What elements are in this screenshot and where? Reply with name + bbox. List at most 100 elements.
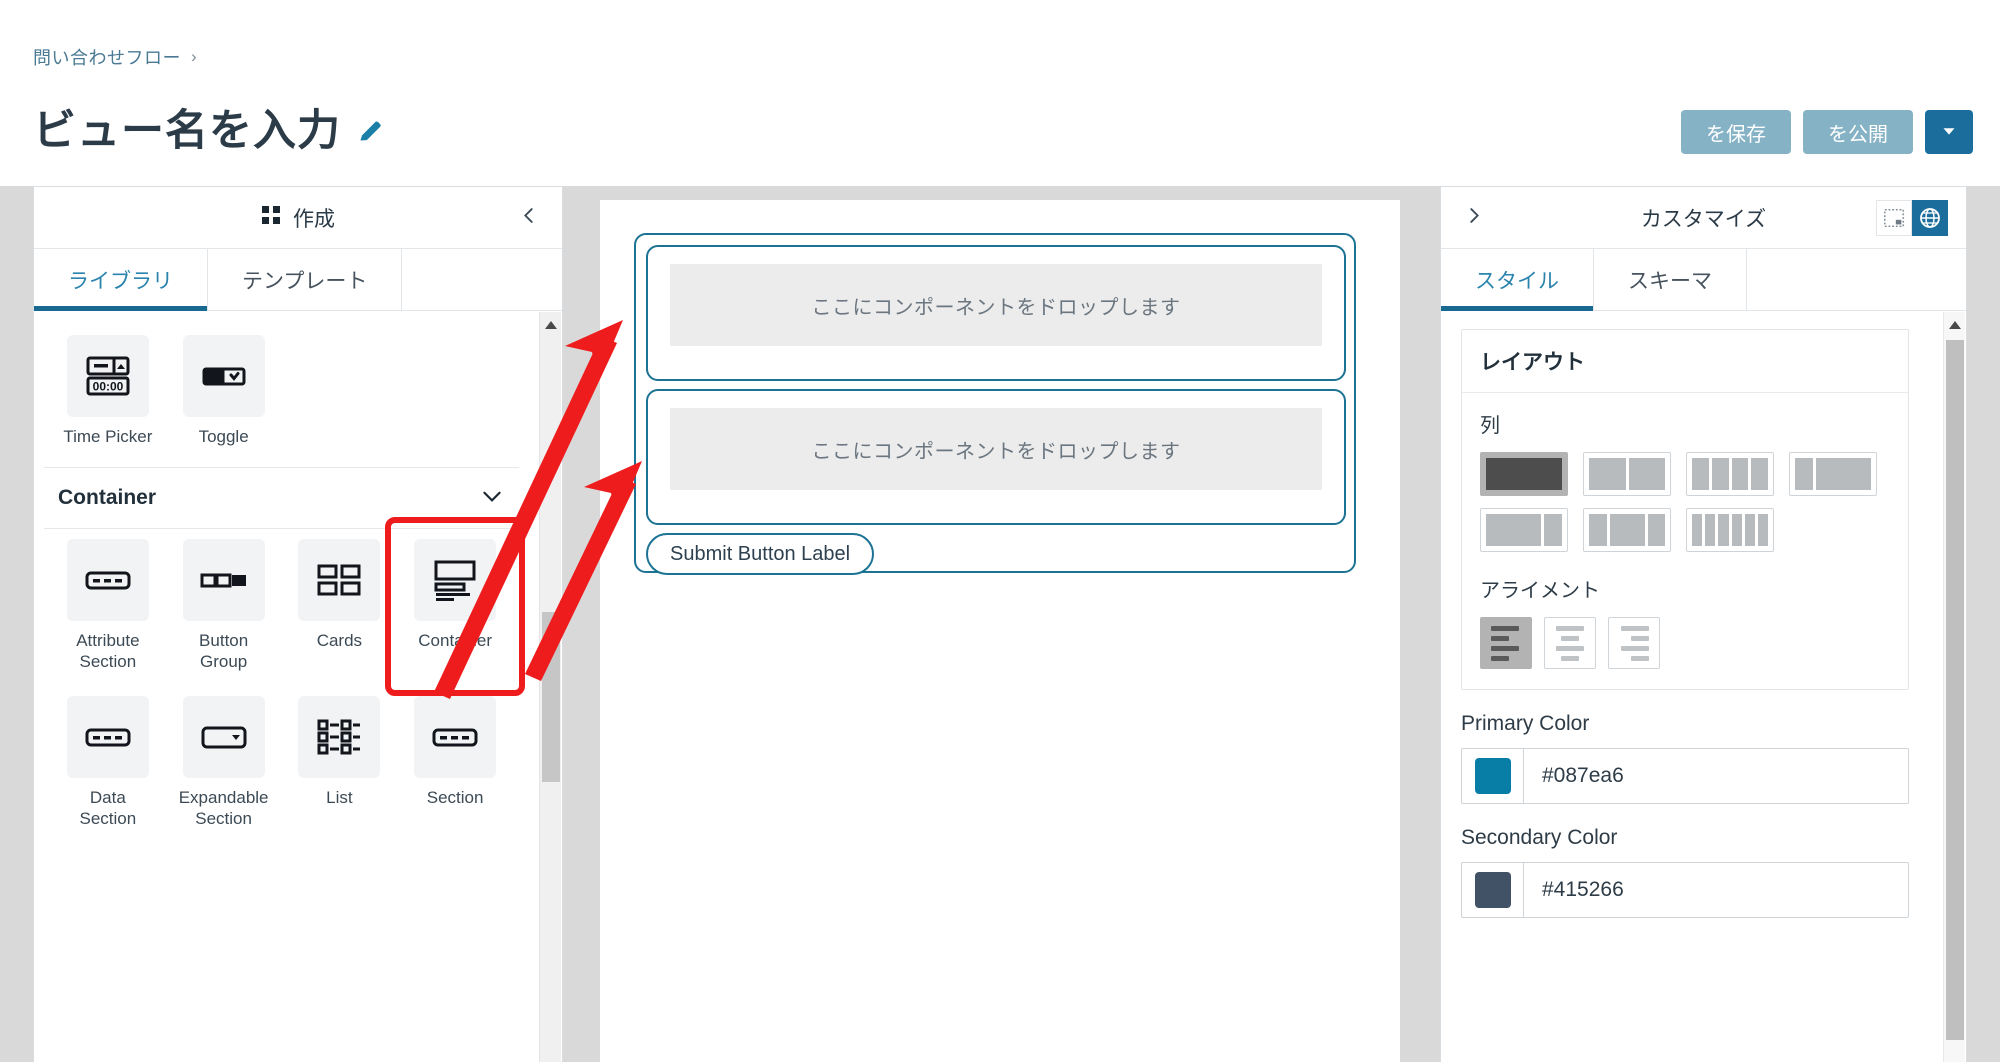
library-item-form-input[interactable]: Form Input [50,311,166,325]
pencil-icon[interactable] [357,116,385,149]
expandable-section-icon [182,696,265,779]
svg-text:00:00: 00:00 [93,380,124,394]
canvas-surface[interactable]: ここにコンポーネントをドロップします ここにコンポーネントをドロップします Su… [600,200,1400,1062]
data-section-icon [66,696,149,779]
library-item-empty [282,325,398,461]
column-option-four-column[interactable] [1686,452,1774,496]
publish-dropdown-button[interactable] [1925,110,1973,154]
column-option-six-column[interactable] [1686,508,1774,552]
library-section-title: Container [58,486,157,510]
chevron-left-icon[interactable] [518,204,540,231]
canvas-outer-container[interactable]: ここにコンポーネントをドロップします ここにコンポーネントをドロップします Su… [634,233,1356,575]
column-option-two-column[interactable] [1583,452,1671,496]
column-option-narrow-wide-narrow[interactable] [1583,508,1671,552]
primary-color-label: Primary Color [1461,712,1590,735]
customize-tabs: スタイル スキーマ [1441,249,1966,311]
library-item-container[interactable]: Container [385,517,525,697]
library-item-submit-button[interactable]: Submit Button [282,311,398,325]
secondary-color-field[interactable]: #415266 [1461,862,1909,918]
library-item-radio-group[interactable]: Radio Group [166,311,282,325]
cards-icon [298,539,381,622]
scroll-up-icon[interactable] [1944,318,1965,336]
attribute-section-icon [66,539,149,622]
secondary-color-swatch[interactable] [1474,872,1511,908]
column-option-wide-narrow[interactable] [1480,508,1568,552]
library-item-label: Toggle [198,427,249,447]
primary-color-swatch[interactable] [1474,758,1511,794]
scrollbar-thumb[interactable] [1946,340,1964,1040]
publish-button[interactable]: を公開 [1803,110,1913,154]
customize-panel: カスタマイズ スタイル スキーマ レイアウト 列 アライメント Primary … [1440,186,1967,1062]
breadcrumb-separator-icon: › [191,47,197,66]
secondary-color-swatch-wrap[interactable] [1462,863,1524,917]
library-item-button-group[interactable]: Button Group [166,529,282,686]
layout-card-body: 列 アライメント [1462,393,1908,689]
tab-templates[interactable]: テンプレート [208,249,403,310]
drop-zone-1[interactable]: ここにコンポーネントをドロップします [670,264,1322,346]
page-title-row: ビュー名を入力 [33,96,385,158]
tab-style[interactable]: スタイル [1441,249,1594,311]
column-option-narrow-wide[interactable] [1789,452,1877,496]
library-item-toggle[interactable]: Toggle [166,325,282,461]
primary-color-value[interactable]: #087ea6 [1524,764,1908,788]
library-tabs: ライブラリ テンプレート [34,249,562,311]
library-item-empty [397,325,513,461]
chevron-right-icon[interactable] [1463,204,1485,231]
library-item-label: List [326,788,353,808]
save-button[interactable]: を保存 [1681,110,1791,154]
library-item-data-section[interactable]: Data Section [50,686,166,843]
drop-zone-2[interactable]: ここにコンポーネントをドロップします [670,408,1322,490]
scrollbar-thumb[interactable] [542,612,560,782]
primary-color-field[interactable]: #087ea6 [1461,748,1909,804]
canvas-container-row-2[interactable]: ここにコンポーネントをドロップします [646,389,1346,525]
library-item-expandable-section[interactable]: Expandable Section [166,686,282,843]
globe-icon[interactable] [1912,199,1948,236]
library-item-label: Time Picker [63,427,153,447]
primary-color-swatch-wrap[interactable] [1462,749,1524,803]
app-root: 問い合わせフロー › ビュー名を入力 を保存 を公開 作成 ライブラリ テンプレ… [0,0,2000,1062]
library-section-container-header[interactable]: Container [44,467,519,530]
library-labels-row: Form Input Radio Group Submit Button Tex… [34,311,529,325]
canvas-submit-button[interactable]: Submit Button Label [646,533,875,575]
secondary-color-value[interactable]: #415266 [1524,878,1908,902]
breadcrumb-link[interactable]: 問い合わせフロー [33,44,181,70]
customize-scrollbar[interactable] [1943,312,1965,1062]
caret-down-icon [1938,120,1960,145]
column-option-one-column[interactable] [1480,452,1568,496]
toggle-icon [182,335,265,418]
library-item-label: Attribute Section [76,631,140,672]
library-items-row: 00:00 Time Picker Toggle [34,325,529,461]
alignment-option-center[interactable] [1544,617,1596,669]
chevron-down-icon[interactable] [479,483,505,514]
library-scrollbar[interactable] [539,312,561,1062]
customize-panel-title: カスタマイズ [1640,207,1767,231]
scroll-up-icon[interactable] [540,318,561,336]
library-item-label: Container [418,631,492,651]
layout-card: レイアウト 列 アライメント [1461,329,1909,690]
library-item-label: Section [426,788,484,808]
canvas-container-row-1[interactable]: ここにコンポーネントをドロップします [646,245,1346,381]
tab-library[interactable]: ライブラリ [34,249,208,311]
columns-label: 列 [1480,415,1500,437]
library-item-label: Data Section [79,788,137,829]
alignment-option-left[interactable] [1480,617,1532,669]
top-bar: 問い合わせフロー › ビュー名を入力 を保存 を公開 [0,0,2000,186]
tab-schema[interactable]: スキーマ [1594,249,1747,310]
top-bar-actions: を保存 を公開 [1681,110,1973,154]
library-item-cards[interactable]: Cards [282,529,398,686]
library-item-section[interactable]: Section [397,686,513,843]
library-item-text-area[interactable]: Text Area [397,311,513,325]
library-item-label: Cards [316,631,363,651]
library-item-attribute-section[interactable]: Attribute Section [50,529,166,686]
library-scroll-area: Form Input Radio Group Submit Button Tex… [34,311,562,1062]
customize-scroll-area: レイアウト 列 アライメント Primary Color #087ea6 Sec… [1441,311,1966,1062]
library-item-time-picker[interactable]: 00:00 Time Picker [50,325,166,461]
device-preview-icon[interactable] [1876,199,1912,236]
library-item-list[interactable]: List [282,686,398,843]
time-picker-icon: 00:00 [66,335,149,418]
list-icon [298,696,381,779]
view-toggle-group [1876,199,1948,236]
library-item-label: Button Group [199,631,249,672]
library-item-label: Expandable Section [178,788,269,829]
alignment-option-right[interactable] [1608,617,1660,669]
